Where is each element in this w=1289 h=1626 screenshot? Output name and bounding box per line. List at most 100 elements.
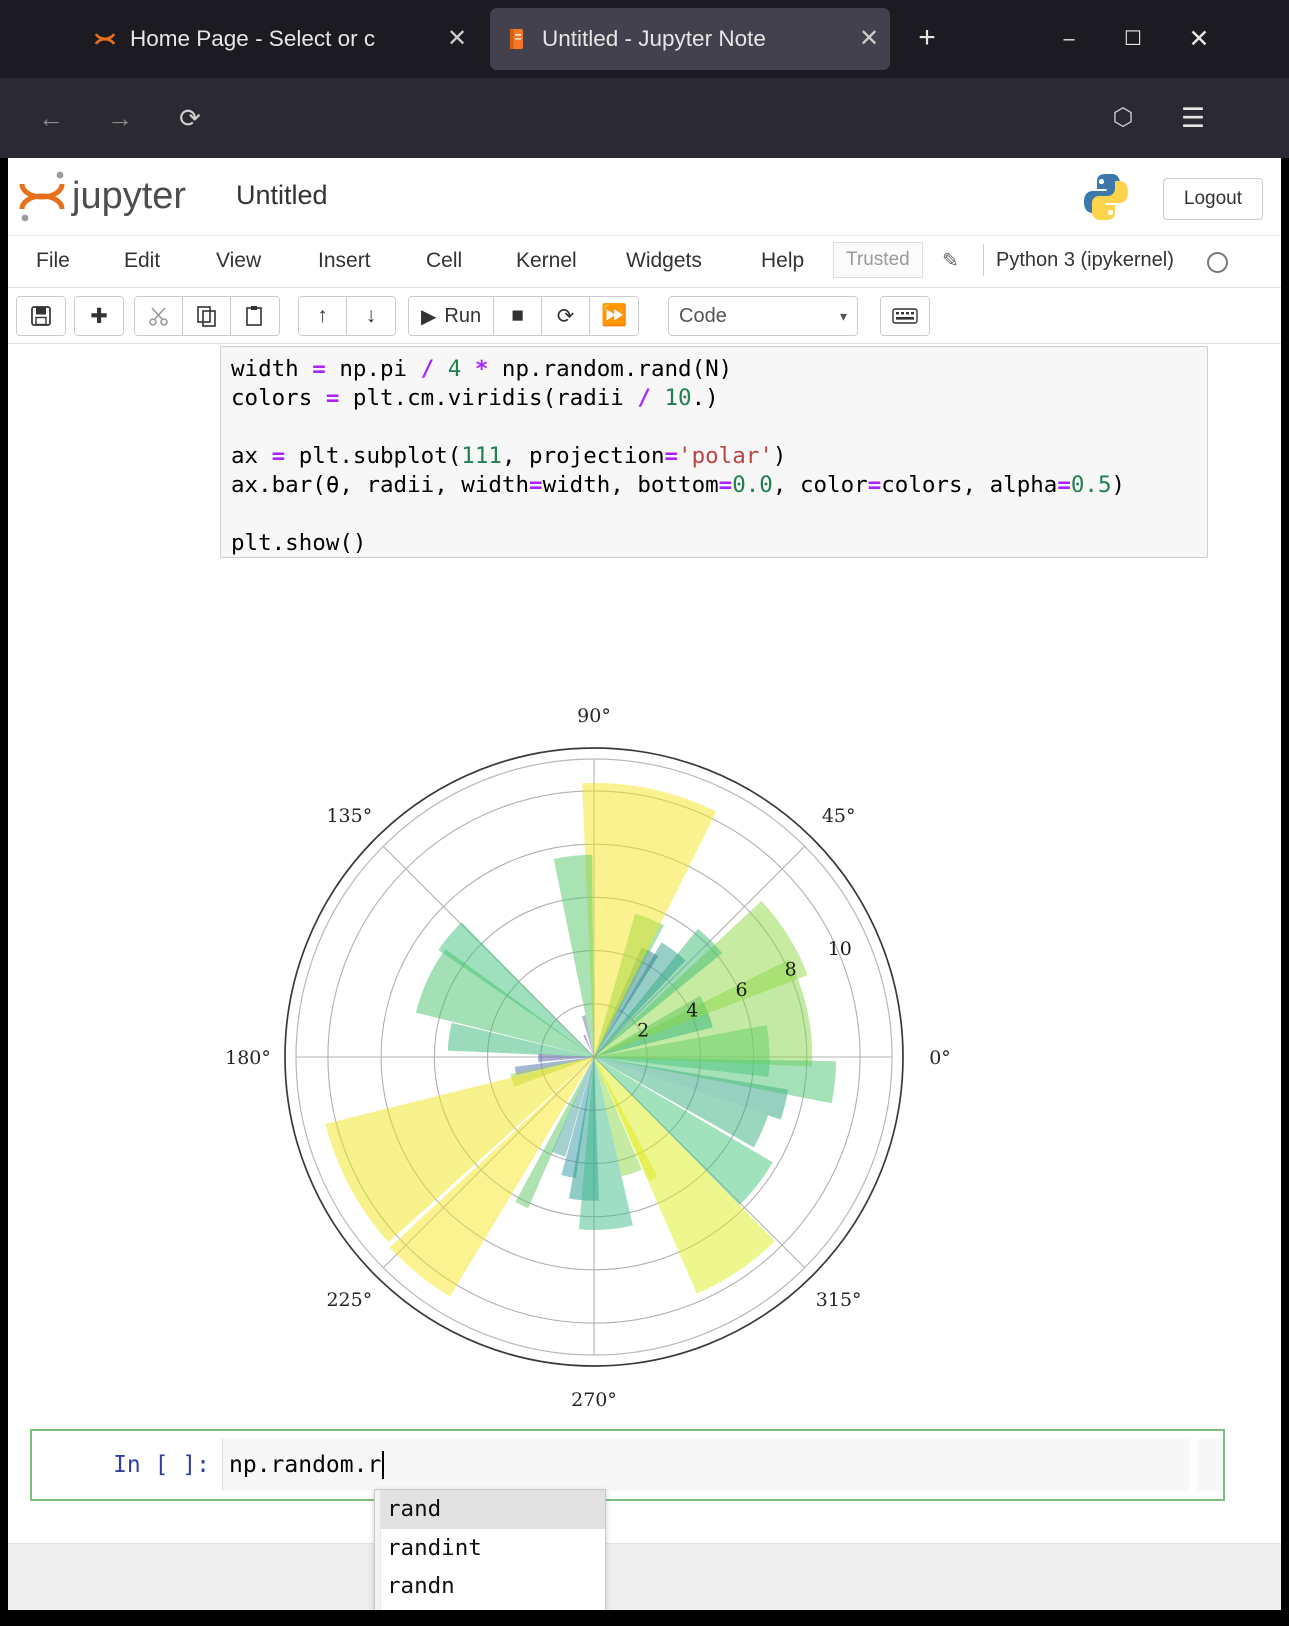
forward-arrow-icon[interactable]: → bbox=[97, 96, 143, 142]
theta-tick-label: 180° bbox=[225, 1047, 271, 1069]
notebook-body: width = np.pi / 4 * np.random.rand(N) co… bbox=[8, 344, 1281, 1558]
tracking-protection-icon[interactable]: ⬡ bbox=[1100, 96, 1146, 142]
browser-tab-home-page[interactable]: Home Page - Select or c ✕ bbox=[78, 8, 478, 70]
move-cell-up-button[interactable]: ↑ bbox=[299, 297, 347, 335]
notebook-background-area bbox=[8, 1543, 1281, 1610]
notebook-book-icon bbox=[504, 26, 530, 52]
interrupt-kernel-button[interactable]: ■ bbox=[494, 297, 542, 335]
browser-nav-bar: ← → ⟳ localhost:8888/notebooks/Untitled.… bbox=[0, 78, 1289, 158]
r-tick-label: 6 bbox=[735, 979, 747, 1001]
run-button[interactable]: ▶ Run bbox=[409, 297, 494, 335]
new-tab-button[interactable]: + bbox=[905, 18, 949, 60]
cell-type-value: Code bbox=[679, 305, 727, 328]
kernel-idle-circle-icon bbox=[1207, 252, 1228, 273]
autocomplete-scrollbar[interactable] bbox=[375, 1490, 381, 1610]
paste-cell-button[interactable] bbox=[231, 297, 279, 335]
cut-cell-button[interactable] bbox=[135, 297, 183, 335]
active-input-cell[interactable]: In [ ]: np.random.r bbox=[30, 1429, 1225, 1501]
r-tick-label: 10 bbox=[828, 938, 852, 960]
jupyter-toolbar: ✚ ↑ ↓ ▶ Run bbox=[8, 288, 1281, 344]
move-cell-down-button[interactable]: ↓ bbox=[347, 297, 395, 335]
toolbar-group-save bbox=[16, 296, 66, 336]
chevron-down-icon: ▾ bbox=[840, 308, 847, 325]
theta-tick-label: 0° bbox=[929, 1047, 951, 1069]
browser-window: Home Page - Select or c ✕ Untitled - Jup… bbox=[0, 0, 1289, 1626]
menu-help[interactable]: Help bbox=[761, 249, 804, 273]
keyboard-shortcuts-button[interactable] bbox=[881, 297, 929, 335]
copy-cell-button[interactable] bbox=[183, 297, 231, 335]
divider bbox=[983, 244, 984, 276]
browser-tab-title: Untitled - Jupyter Note bbox=[542, 26, 854, 52]
browser-tab-title: Home Page - Select or c bbox=[130, 26, 442, 52]
close-icon[interactable]: ✕ bbox=[446, 27, 468, 51]
jupyter-header: jupyter Untitled Logout bbox=[8, 158, 1281, 236]
r-tick-label: 4 bbox=[686, 999, 698, 1021]
code-cell-editor[interactable]: width = np.pi / 4 * np.random.rand(N) co… bbox=[220, 346, 1208, 558]
theta-tick-label: 315° bbox=[816, 1289, 862, 1311]
window-close-button[interactable]: ✕ bbox=[1176, 18, 1222, 60]
theta-tick-label: 225° bbox=[326, 1289, 372, 1311]
autocomplete-item[interactable]: random bbox=[375, 1606, 605, 1611]
toolbar-group-insert: ✚ bbox=[74, 296, 124, 336]
theta-tick-label: 135° bbox=[326, 805, 372, 827]
toolbar-group-shortcuts bbox=[880, 296, 930, 336]
jupyter-notebook-page: jupyter Untitled Logout File Edit View I… bbox=[8, 158, 1281, 1610]
pencil-edit-icon[interactable]: ✎ bbox=[942, 248, 959, 273]
jupyter-menu-bar: File Edit View Insert Cell Kernel Widget… bbox=[8, 236, 1281, 288]
r-tick-label: 8 bbox=[785, 959, 797, 981]
menu-kernel[interactable]: Kernel bbox=[516, 249, 577, 273]
r-tick-label: 2 bbox=[637, 1020, 649, 1042]
text-cursor bbox=[382, 1451, 384, 1479]
insert-cell-below-button[interactable]: ✚ bbox=[75, 297, 123, 335]
notebook-name[interactable]: Untitled bbox=[236, 180, 328, 211]
menu-widgets[interactable]: Widgets bbox=[626, 249, 702, 273]
restart-and-run-all-button[interactable]: ⏩ bbox=[590, 297, 638, 335]
back-arrow-icon[interactable]: ← bbox=[28, 96, 74, 142]
kernel-name-label: Python 3 (ipykernel) bbox=[996, 249, 1174, 272]
restart-kernel-button[interactable]: ⟳ bbox=[542, 297, 590, 335]
browser-tab-bar: Home Page - Select or c ✕ Untitled - Jup… bbox=[0, 0, 1289, 78]
code-input-value: np.random.r bbox=[229, 1452, 381, 1478]
code-line-5: ax.bar(θ, radii, width=width, bottom=0.0… bbox=[231, 472, 1125, 498]
editor-gap bbox=[1189, 1439, 1197, 1491]
autocomplete-dropdown[interactable]: rand randint randn random random_integer… bbox=[374, 1489, 606, 1610]
menu-view[interactable]: View bbox=[216, 249, 261, 273]
jupyter-logo-icon[interactable]: jupyter bbox=[16, 168, 226, 224]
code-line-7: plt.show() bbox=[231, 530, 366, 556]
cell-prompt: In [ ]: bbox=[32, 1452, 222, 1478]
theta-tick-label: 270° bbox=[571, 1389, 617, 1411]
autocomplete-item[interactable]: rand bbox=[375, 1490, 605, 1529]
window-minimize-button[interactable]: – bbox=[1046, 18, 1092, 60]
menu-insert[interactable]: Insert bbox=[318, 249, 371, 273]
play-icon: ▶ bbox=[421, 304, 436, 329]
browser-tab-untitled-notebook[interactable]: Untitled - Jupyter Note ✕ bbox=[490, 8, 890, 70]
reload-icon[interactable]: ⟳ bbox=[167, 96, 213, 142]
window-maximize-button[interactable]: ☐ bbox=[1110, 18, 1156, 60]
toolbar-group-move: ↑ ↓ bbox=[298, 296, 396, 336]
save-button[interactable] bbox=[17, 297, 65, 335]
autocomplete-item[interactable]: randn bbox=[375, 1567, 605, 1606]
menu-cell[interactable]: Cell bbox=[426, 249, 462, 273]
theta-tick-label: 90° bbox=[577, 705, 611, 727]
svg-text:jupyter: jupyter bbox=[71, 175, 186, 217]
autocomplete-item[interactable]: randint bbox=[375, 1529, 605, 1568]
code-cell-source[interactable]: width = np.pi / 4 * np.random.rand(N) co… bbox=[221, 347, 1207, 558]
browser-menu-icon[interactable]: ☰ bbox=[1170, 96, 1216, 142]
close-icon[interactable]: ✕ bbox=[858, 27, 880, 51]
code-input-field[interactable]: np.random.r bbox=[222, 1439, 1223, 1491]
code-line-2: colors = plt.cm.viridis(radii / 10.) bbox=[231, 385, 719, 411]
python-logo-icon bbox=[1079, 170, 1133, 224]
jupyter-logo-icon bbox=[92, 26, 118, 52]
code-line-1: width = np.pi / 4 * np.random.rand(N) bbox=[231, 356, 732, 382]
toolbar-group-run: ▶ Run ■ ⟳ ⏩ bbox=[408, 296, 639, 336]
code-line-4: ax = plt.subplot(111, projection='polar'… bbox=[231, 443, 786, 469]
menu-edit[interactable]: Edit bbox=[124, 249, 160, 273]
cell-gutter bbox=[221, 347, 225, 557]
trusted-badge[interactable]: Trusted bbox=[833, 242, 923, 278]
logout-button[interactable]: Logout bbox=[1163, 178, 1263, 220]
cell-type-select[interactable]: Code ▾ bbox=[668, 296, 858, 336]
theta-tick-label: 45° bbox=[822, 805, 856, 827]
toolbar-group-edit bbox=[134, 296, 280, 336]
run-label: Run bbox=[444, 305, 481, 328]
menu-file[interactable]: File bbox=[36, 249, 70, 273]
